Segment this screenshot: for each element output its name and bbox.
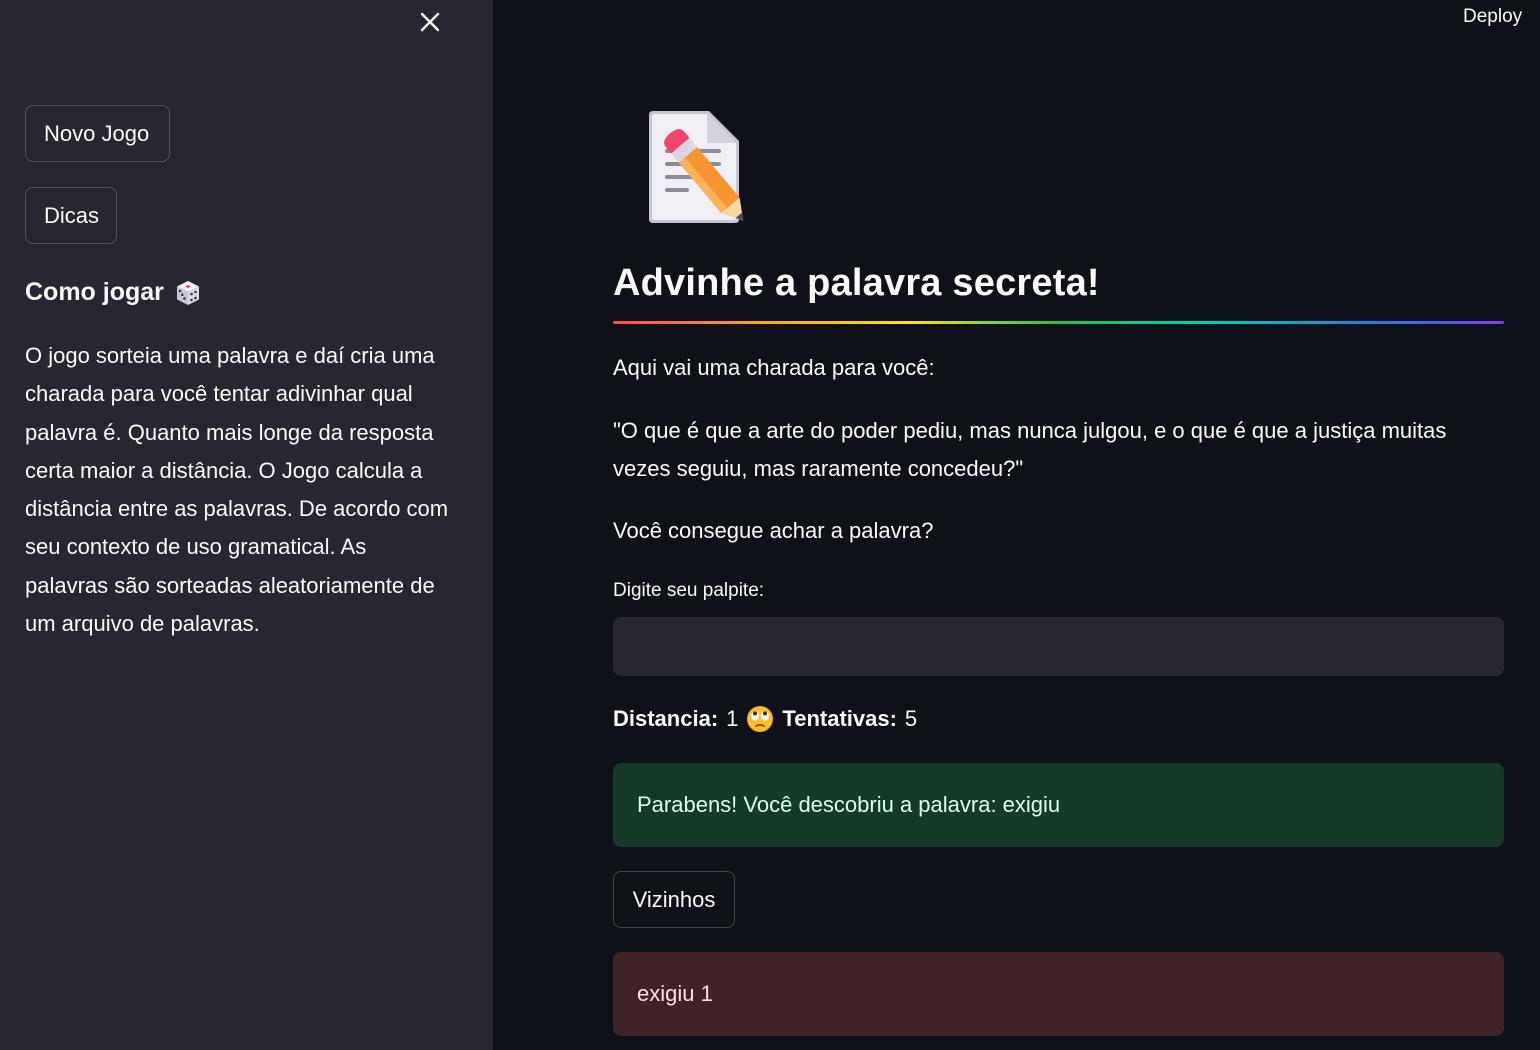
face-with-rolling-eyes-icon xyxy=(747,706,774,732)
how-to-play-text: O jogo sorteia uma palavra e daí cria um… xyxy=(25,343,449,637)
game-stats: Distancia: 1 Tentativas: 5 xyxy=(613,702,917,736)
success-alert: Parabens! Você descobriu a palavra: exig… xyxy=(613,763,1504,847)
dice-icon xyxy=(176,280,199,305)
close-icon xyxy=(420,12,440,32)
riddle-intro: Aqui vai uma charada para você: xyxy=(613,355,935,380)
memo-pencil-icon xyxy=(649,111,744,223)
riddle-text: "O que é que a arte do poder pediu, mas … xyxy=(613,418,1447,481)
attempts-value: 5 xyxy=(904,706,918,731)
new-game-button[interactable]: Novo Jogo xyxy=(25,105,170,162)
how-to-play-heading-text: Como jogar xyxy=(25,278,164,306)
neighbor-result: exigiu 1 xyxy=(637,981,713,1006)
app: Novo Jogo Dicas Como jogar O jogo sortei… xyxy=(0,0,1540,1050)
neighbors-button[interactable]: Vizinhos xyxy=(613,871,735,928)
success-message: Parabens! Você descobriu a palavra: exig… xyxy=(637,792,1061,817)
attempts-label: Tentativas: xyxy=(782,706,897,731)
title-divider xyxy=(613,321,1504,324)
hints-button[interactable]: Dicas xyxy=(25,187,117,244)
distance-value: 1 xyxy=(726,706,739,731)
riddle-question: Você consegue achar a palavra? xyxy=(613,518,934,543)
how-to-play-heading: Como jogar xyxy=(25,278,202,307)
guess-input[interactable] xyxy=(613,617,1504,676)
distance-label: Distancia: xyxy=(613,706,719,731)
close-sidebar-button[interactable] xyxy=(414,6,446,38)
sidebar: Novo Jogo Dicas Como jogar O jogo sortei… xyxy=(0,0,493,1050)
page-title: Advinhe a palavra secreta! xyxy=(613,262,1100,304)
neighbor-result-alert: exigiu 1 xyxy=(613,952,1504,1036)
deploy-button[interactable]: Deploy xyxy=(1463,6,1522,28)
guess-input-label: Digite seu palpite: xyxy=(613,580,765,601)
